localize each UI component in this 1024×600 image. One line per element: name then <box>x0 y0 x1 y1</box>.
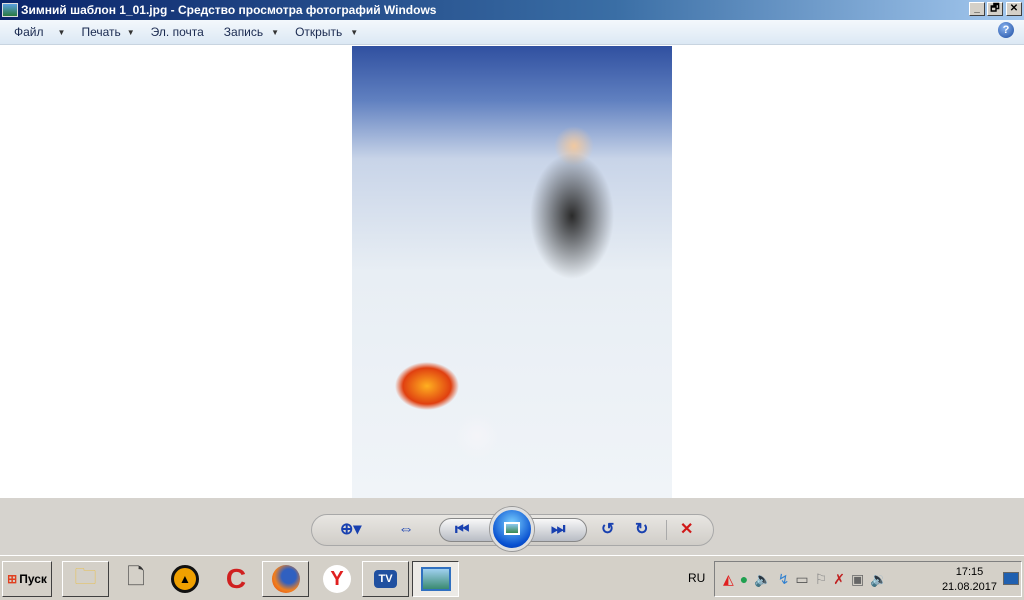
help-icon[interactable]: ? <box>998 22 1014 38</box>
tv-taskbar-button[interactable]: TV <box>362 561 409 597</box>
volume-icon[interactable]: 🔉 <box>870 571 887 588</box>
start-label: Пуск <box>19 572 47 586</box>
network-icon[interactable]: ▣ <box>851 571 864 588</box>
control-bar: ⊕▾ ⇔ ⏮ ⏭ ↺ ↻ ✕ <box>0 498 1024 555</box>
ccleaner-icon: C <box>225 563 247 594</box>
fit-window-icon[interactable]: ⇔ <box>398 521 414 539</box>
image-viewport <box>0 45 1024 498</box>
menu-label: Эл. почта <box>150 25 204 39</box>
picture-icon <box>504 522 520 535</box>
aimp-taskbar-button[interactable]: ▲ <box>166 561 204 597</box>
zoom-icon[interactable]: ⊕▾ <box>340 521 361 539</box>
clock[interactable]: 17:15 21.08.2017 <box>942 565 997 595</box>
ccleaner-taskbar-button[interactable]: C <box>216 561 256 597</box>
windows-logo-icon: ⊞ <box>7 572 18 586</box>
firefox-taskbar-button[interactable] <box>262 561 309 597</box>
folder-icon: 🗀 <box>74 564 97 589</box>
menu-print[interactable]: Печать ▼ <box>81 25 134 39</box>
next-button[interactable]: ⏭ <box>551 521 565 539</box>
update-icon[interactable]: ↯ <box>778 571 790 588</box>
clock-date: 21.08.2017 <box>941 581 997 593</box>
photo-viewer-taskbar-button[interactable] <box>412 561 459 597</box>
show-desktop-icon[interactable] <box>1003 572 1019 585</box>
yandex-icon: Y <box>323 565 351 593</box>
document-icon: 🗋 <box>127 564 145 589</box>
menu-label: Файл <box>14 25 44 39</box>
yandex-taskbar-button[interactable]: Y <box>318 561 356 597</box>
libreoffice-taskbar-button[interactable]: 🗋 <box>118 561 154 597</box>
clock-time: 17:15 <box>955 566 984 578</box>
display-icon[interactable]: ▭ <box>795 571 808 588</box>
menu-bar: Файл ▼ Печать ▼ Эл. почта Запись ▼ Открыть ▼ <box>0 20 1024 45</box>
slideshow-button[interactable] <box>490 507 534 551</box>
previous-button[interactable]: ⏮ <box>455 521 469 539</box>
delete-button[interactable]: ✕ <box>680 521 693 539</box>
window-title: Зимний шаблон 1_01.jpg - Средство просмо… <box>21 3 437 17</box>
explorer-taskbar-button[interactable]: 🗀 <box>62 561 109 597</box>
system-tray: ◭ ● 🔈 ↯ ▭ ⚐ ✗ ▣ 🔉 17:15 21.08.2017 <box>714 561 1022 597</box>
signal-icon[interactable]: ● <box>740 571 748 587</box>
chevron-down-icon: ▼ <box>350 27 359 37</box>
menu-burn[interactable]: Запись ▼ <box>224 25 279 39</box>
winter-photo <box>352 46 672 498</box>
aimp-icon: ▲ <box>171 565 199 593</box>
start-button[interactable]: ⊞ Пуск <box>2 561 52 597</box>
rotate-left-button[interactable]: ↺ <box>601 521 614 539</box>
photo-viewer-icon <box>420 567 451 591</box>
divider <box>666 520 667 540</box>
menu-file[interactable]: Файл ▼ <box>14 25 65 39</box>
language-indicator[interactable]: RU <box>688 571 705 585</box>
firefox-icon <box>271 565 300 593</box>
taskbar: ⊞ Пуск 🗀 🗋 ▲ C Y TV RU ◭ ● 🔈 ↯ ▭ ⚐ ✗ ▣ 🔉 … <box>0 555 1024 600</box>
rotate-right-button[interactable]: ↻ <box>635 521 648 539</box>
menu-label: Запись <box>223 25 264 39</box>
menu-open[interactable]: Открыть ▼ <box>295 25 358 39</box>
menu-label: Печать <box>81 25 121 39</box>
speaker-icon[interactable]: 🔈 <box>754 571 771 588</box>
chevron-down-icon: ▼ <box>271 27 280 37</box>
tv-icon: TV <box>374 570 397 588</box>
power-icon[interactable]: ✗ <box>833 571 845 588</box>
minimize-button[interactable]: _ <box>969 2 985 16</box>
photo-viewer-icon <box>2 3 18 17</box>
close-button[interactable]: ✕ <box>1006 2 1022 16</box>
menu-label: Открыть <box>295 25 343 39</box>
flag-icon[interactable]: ⚐ <box>815 571 828 588</box>
chevron-down-icon: ▼ <box>126 27 135 37</box>
chevron-down-icon: ▼ <box>57 27 66 37</box>
network-activity-icon[interactable]: ◭ <box>723 571 734 588</box>
restore-button[interactable]: 🗗 <box>987 2 1003 16</box>
title-bar: Зимний шаблон 1_01.jpg - Средство просмо… <box>0 0 1024 20</box>
menu-email[interactable]: Эл. почта <box>151 25 204 39</box>
